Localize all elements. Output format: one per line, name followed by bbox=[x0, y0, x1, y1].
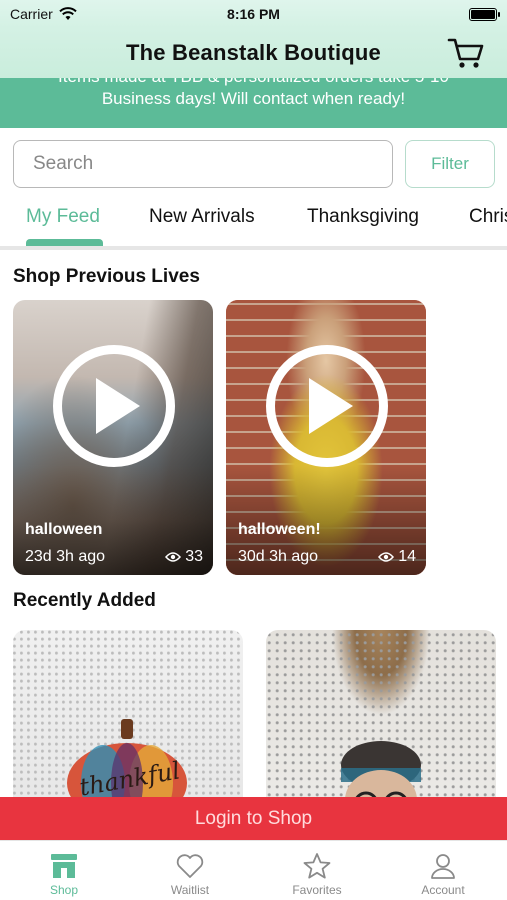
bottom-tab-label: Waitlist bbox=[170, 883, 210, 897]
bottom-tab-bar: Shop Waitlist Favorites Account bbox=[0, 840, 507, 900]
active-tab-indicator bbox=[26, 239, 103, 246]
bottom-tab-account[interactable]: Account bbox=[398, 847, 488, 897]
page-title: The Beanstalk Boutique bbox=[126, 40, 381, 65]
bottom-tab-favorites[interactable]: Favorites bbox=[272, 847, 362, 897]
banner-line-2: Business days! Will contact when ready! bbox=[101, 89, 406, 108]
search-placeholder: Search bbox=[33, 153, 94, 174]
status-bar: Carrier 8:16 PM bbox=[0, 0, 507, 28]
star-icon bbox=[303, 853, 331, 879]
live-card[interactable]: halloween 23d 3h ago 33 bbox=[13, 300, 213, 575]
search-row: Search Filter bbox=[13, 140, 495, 190]
eye-icon bbox=[165, 552, 182, 562]
heart-icon bbox=[176, 854, 204, 878]
eye-icon bbox=[378, 552, 395, 562]
view-count-value: 14 bbox=[398, 548, 416, 565]
cart-icon[interactable] bbox=[447, 36, 485, 70]
bottom-tab-waitlist[interactable]: Waitlist bbox=[145, 847, 235, 897]
view-count: 14 bbox=[378, 548, 416, 566]
live-time-ago: 23d 3h ago bbox=[25, 548, 106, 565]
tab-christmas[interactable]: Chris bbox=[469, 206, 507, 228]
live-name: halloween bbox=[25, 521, 103, 538]
tab-my-feed[interactable]: My Feed bbox=[26, 206, 100, 228]
tabs-divider bbox=[0, 246, 507, 250]
bottom-tab-label: Shop bbox=[49, 883, 79, 897]
status-time: 8:16 PM bbox=[227, 6, 280, 22]
login-to-shop-button[interactable]: Login to Shop bbox=[0, 797, 507, 840]
bottom-tab-shop[interactable]: Shop bbox=[19, 847, 109, 897]
filter-button[interactable]: Filter bbox=[405, 140, 495, 188]
live-name: halloween! bbox=[238, 521, 321, 538]
tab-thanksgiving[interactable]: Thanksgiving bbox=[307, 206, 419, 228]
view-count: 33 bbox=[165, 548, 203, 566]
search-input[interactable]: Search bbox=[13, 140, 393, 188]
recently-added-title: Recently Added bbox=[13, 590, 156, 611]
shop-icon bbox=[51, 854, 77, 878]
play-button[interactable] bbox=[266, 345, 388, 467]
banner-line-1: Items made at TBB & personalized orders … bbox=[0, 78, 507, 88]
play-button[interactable] bbox=[53, 345, 175, 467]
bottom-tab-label: Favorites bbox=[292, 883, 342, 897]
bottom-tab-label: Account bbox=[421, 883, 465, 897]
info-banner: Items made at TBB & personalized orders … bbox=[0, 78, 507, 128]
tab-new-arrivals[interactable]: New Arrivals bbox=[149, 206, 255, 228]
person-icon bbox=[431, 854, 455, 879]
previous-lives-title: Shop Previous Lives bbox=[13, 266, 200, 287]
view-count-value: 33 bbox=[185, 548, 203, 565]
live-time-ago: 30d 3h ago bbox=[238, 548, 319, 565]
header: The Beanstalk Boutique bbox=[0, 28, 507, 78]
play-icon bbox=[309, 378, 353, 434]
battery-icon bbox=[469, 8, 500, 21]
live-card[interactable]: halloween! 30d 3h ago 14 bbox=[226, 300, 426, 575]
category-tabs: My Feed New Arrivals Thanksgiving Chris bbox=[0, 196, 507, 246]
play-icon bbox=[96, 378, 140, 434]
